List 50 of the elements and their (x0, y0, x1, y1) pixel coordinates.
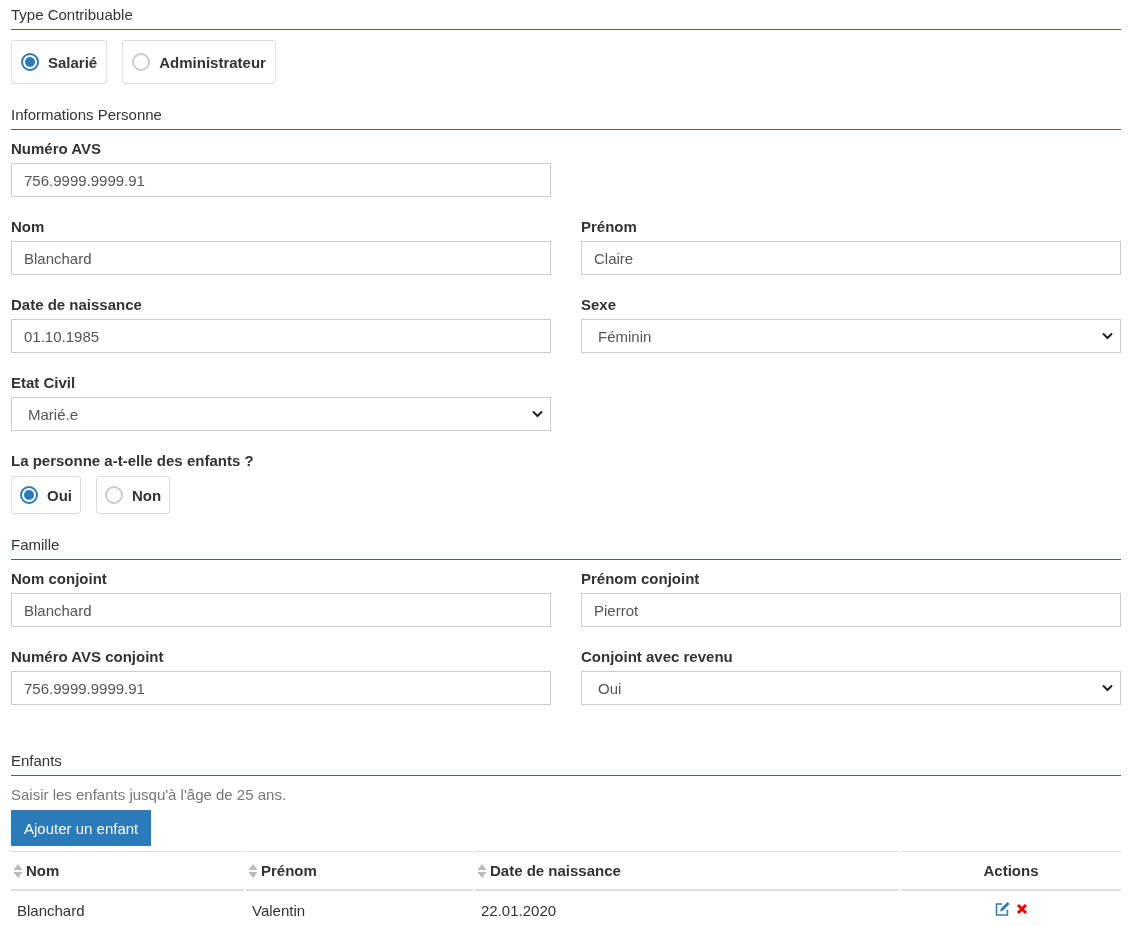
input-field[interactable]: Blanchard (11, 241, 551, 275)
chevron-down-icon (1102, 684, 1113, 692)
radio-icon[interactable] (20, 486, 38, 504)
field-label: Sexe (581, 296, 618, 313)
sort-icon[interactable] (477, 862, 487, 879)
field-label: Nom (11, 218, 46, 235)
section-title: Type Contribuable (11, 5, 134, 23)
add-child-button[interactable]: Ajouter un enfant (11, 810, 152, 846)
section-title: Enfants (11, 751, 63, 769)
column-header[interactable]: Nom (26, 862, 60, 879)
input-field[interactable]: 756.9999.9999.91 (11, 163, 551, 197)
chevron-down-icon (532, 410, 543, 418)
input-field[interactable]: Pierrot (581, 593, 1121, 627)
section-title: Famille (11, 535, 61, 553)
edit-icon[interactable] (994, 902, 1010, 916)
field-label: Prénom conjoint (581, 570, 701, 587)
input-field[interactable]: Claire (581, 241, 1121, 275)
field-label: Numéro AVS conjoint (11, 648, 165, 665)
select-field[interactable]: Marié.e (11, 397, 551, 431)
radio-option[interactable]: Salarié (11, 40, 108, 84)
sort-icon[interactable] (13, 862, 23, 879)
column-header[interactable]: Prénom (261, 862, 317, 879)
field-label: Numéro AVS (11, 140, 102, 157)
column-header: Actions (983, 862, 1039, 879)
select-field[interactable]: Féminin (581, 319, 1121, 353)
radio-icon[interactable] (21, 53, 39, 71)
delete-icon[interactable] (1015, 903, 1028, 915)
column-header[interactable]: Date de naissance (490, 862, 621, 879)
table-cell: 22.01.2020 (481, 902, 557, 919)
radio-icon[interactable] (105, 486, 123, 504)
field-label: Etat Civil (11, 374, 77, 391)
field-label: Conjoint avec revenu (581, 648, 734, 665)
field-label: Date de naissance (11, 296, 143, 313)
select-field[interactable]: Oui (581, 671, 1121, 705)
section-title: Informations Personne (11, 105, 163, 123)
radio-option[interactable]: Oui (11, 476, 81, 514)
field-label: Nom conjoint (11, 570, 108, 587)
sort-icon[interactable] (248, 862, 258, 879)
question-label: La personne a-t-elle des enfants ? (11, 452, 255, 469)
help-text: Saisir les enfants jusqu'à l'âge de 25 ans. (11, 786, 288, 803)
chevron-down-icon (1102, 332, 1113, 340)
field-label: Prénom (581, 218, 638, 235)
radio-option[interactable]: Non (96, 476, 171, 514)
table-cell: Blanchard (17, 902, 85, 919)
input-field[interactable]: Blanchard (11, 593, 551, 627)
input-field[interactable]: 756.9999.9999.91 (11, 671, 551, 705)
table-cell: Valentin (252, 902, 306, 919)
radio-option[interactable]: Administrateur (122, 40, 276, 84)
input-field[interactable]: 01.10.1985 (11, 319, 551, 353)
radio-icon[interactable] (132, 53, 151, 71)
